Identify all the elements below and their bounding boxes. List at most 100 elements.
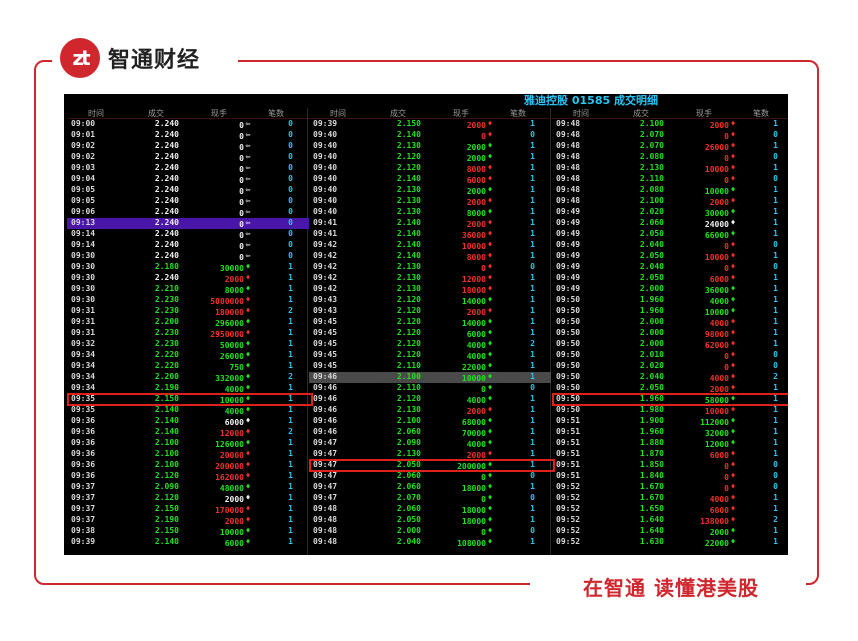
trade-row[interactable]: 09:51 1.850 0 ♦ 0: [552, 460, 788, 471]
trade-row[interactable]: 09:04 2.240 0 ⇦ 0: [67, 174, 309, 185]
trade-row[interactable]: 09:39 2.140 6000 ♦ 1: [67, 537, 309, 548]
trade-row[interactable]: 09:14 2.240 0 ⇦ 0: [67, 229, 309, 240]
trade-row[interactable]: 09:02 2.240 0 ⇦ 0: [67, 152, 309, 163]
trade-row[interactable]: 09:05 2.240 0 ⇦ 0: [67, 196, 309, 207]
trade-row[interactable]: 09:40 2.140 0 ♦ 0: [309, 130, 551, 141]
trade-row[interactable]: 09:43 2.120 2000 ♦ 1: [309, 306, 551, 317]
trade-row[interactable]: 09:13 2.240 0 ⇦ 0: [67, 218, 309, 229]
trade-row[interactable]: 09:50 2.020 0 ♦ 0: [552, 361, 788, 372]
trade-row[interactable]: 09:48 2.130 10000 ♦ 1: [552, 163, 788, 174]
trade-row[interactable]: 09:50 2.010 0 ♦ 0: [552, 350, 788, 361]
trade-row[interactable]: 09:48 2.050 18000 ♦ 1: [309, 515, 551, 526]
trade-row[interactable]: 09:36 2.140 12000 ♦ 2: [67, 427, 309, 438]
trade-row[interactable]: 09:48 2.070 26000 ♦ 1: [552, 141, 788, 152]
trade-row[interactable]: 09:40 2.140 6000 ♦ 1: [309, 174, 551, 185]
trade-row[interactable]: 09:35 2.140 4000 ♦ 1: [67, 405, 309, 416]
trade-row[interactable]: 09:46 2.100 68000 ♦ 1: [309, 416, 551, 427]
trade-row[interactable]: 09:34 2.200 332000 ♦ 2: [67, 372, 309, 383]
trade-row[interactable]: 09:40 2.130 2000 ♦ 1: [309, 196, 551, 207]
trade-row[interactable]: 09:49 2.000 36000 ♦ 1: [552, 284, 788, 295]
trade-row[interactable]: 09:34 2.220 26000 ♦ 1: [67, 350, 309, 361]
trade-row[interactable]: 09:48 2.100 2000 ♦ 1: [552, 196, 788, 207]
trade-row[interactable]: 09:48 2.110 0 ♦ 0: [552, 174, 788, 185]
trade-row[interactable]: 09:52 1.630 22000 ♦ 1: [552, 537, 788, 548]
trade-row[interactable]: 09:42 2.140 10000 ♦ 1: [309, 240, 551, 251]
trade-row[interactable]: 09:49 2.060 24000 ♦ 1: [552, 218, 788, 229]
trade-row[interactable]: 09:40 2.120 8000 ♦ 1: [309, 163, 551, 174]
trade-row[interactable]: 09:47 2.070 0 ♦ 0: [309, 493, 551, 504]
trade-row[interactable]: 09:50 2.040 4000 ♦ 2: [552, 372, 788, 383]
trade-row[interactable]: 09:49 2.040 0 ♦ 0: [552, 240, 788, 251]
trade-row[interactable]: 09:30 2.230 5000000 ♦ 1: [67, 295, 309, 306]
trade-row[interactable]: 09:38 2.150 10000 ♦ 1: [67, 526, 309, 537]
trade-row[interactable]: 09:50 2.000 98000 ♦ 1: [552, 328, 788, 339]
trade-row[interactable]: 09:52 1.640 138000 ♦ 2: [552, 515, 788, 526]
trade-row[interactable]: 09:52 1.640 2000 ♦ 1: [552, 526, 788, 537]
trade-row[interactable]: 09:50 1.980 10000 ♦ 1: [552, 405, 788, 416]
trade-row[interactable]: 09:49 2.020 30000 ♦ 1: [552, 207, 788, 218]
trade-row[interactable]: 09:47 2.060 0 ♦ 0: [309, 471, 551, 482]
trade-row[interactable]: 09:03 2.240 0 ⇦ 0: [67, 163, 309, 174]
trade-row[interactable]: 09:00 2.240 0 ⇦ 0: [67, 119, 309, 130]
trade-row[interactable]: 09:40 2.120 2000 ♦ 1: [309, 152, 551, 163]
trade-row[interactable]: 09:37 2.150 170000 ♦ 1: [67, 504, 309, 515]
trade-row[interactable]: 09:42 2.130 0 ♦ 0: [309, 262, 551, 273]
trade-row[interactable]: 09:43 2.120 14000 ♦ 1: [309, 295, 551, 306]
trade-row[interactable]: 09:46 2.100 10000 ♦ 1: [309, 372, 551, 383]
trade-row[interactable]: 09:14 2.240 0 ⇦ 0: [67, 240, 309, 251]
trade-row[interactable]: 09:52 1.650 6000 ♦ 1: [552, 504, 788, 515]
trade-row[interactable]: 09:02 2.240 0 ⇦ 0: [67, 141, 309, 152]
trade-row[interactable]: 09:37 2.120 2000 ♦ 1: [67, 493, 309, 504]
trade-row[interactable]: 09:47 2.060 18000 ♦ 1: [309, 482, 551, 493]
trade-row[interactable]: 09:45 2.110 22000 ♦ 1: [309, 361, 551, 372]
trade-row[interactable]: 09:50 1.960 58000 ♦ 1: [552, 393, 788, 406]
trade-row[interactable]: 09:30 2.180 30000 ♦ 1: [67, 262, 309, 273]
trade-row[interactable]: 09:31 2.200 296000 ♦ 1: [67, 317, 309, 328]
trade-row[interactable]: 09:46 2.130 2000 ♦ 1: [309, 405, 551, 416]
trade-row[interactable]: 09:36 2.100 20000 ♦ 1: [67, 449, 309, 460]
trade-row[interactable]: 09:30 2.240 0 ⇦ 0: [67, 251, 309, 262]
trade-row[interactable]: 09:51 1.880 12000 ♦ 1: [552, 438, 788, 449]
trade-row[interactable]: 09:46 2.120 4000 ♦ 1: [309, 394, 551, 405]
trade-row[interactable]: 09:48 2.060 18000 ♦ 1: [309, 504, 551, 515]
trade-row[interactable]: 09:49 2.050 10000 ♦ 1: [552, 251, 788, 262]
trade-row[interactable]: 09:45 2.120 14000 ♦ 1: [309, 317, 551, 328]
trade-row[interactable]: 09:40 2.130 8000 ♦ 1: [309, 207, 551, 218]
trade-row[interactable]: 09:01 2.240 0 ⇦ 0: [67, 130, 309, 141]
trade-row[interactable]: 09:50 2.000 4000 ♦ 1: [552, 317, 788, 328]
trade-row[interactable]: 09:42 2.140 8000 ♦ 1: [309, 251, 551, 262]
trade-row[interactable]: 09:31 2.230 180000 ♦ 2: [67, 306, 309, 317]
trade-row[interactable]: 09:45 2.120 4000 ♦ 1: [309, 350, 551, 361]
trade-row[interactable]: 09:36 2.100 126000 ♦ 1: [67, 438, 309, 449]
trade-row[interactable]: 09:51 1.900 112000 ♦ 1: [552, 416, 788, 427]
trade-row[interactable]: 09:51 1.840 0 ♦ 0: [552, 471, 788, 482]
trade-row[interactable]: 09:52 1.670 0 ♦ 0: [552, 482, 788, 493]
trade-row[interactable]: 09:50 2.000 62000 ♦ 1: [552, 339, 788, 350]
trade-row[interactable]: 09:46 2.060 70000 ♦ 1: [309, 427, 551, 438]
trade-row[interactable]: 09:41 2.140 2000 ♦ 1: [309, 218, 551, 229]
trade-row[interactable]: 09:36 2.120 162000 ♦ 1: [67, 471, 309, 482]
trade-row[interactable]: 09:52 1.670 4000 ♦ 1: [552, 493, 788, 504]
trade-row[interactable]: 09:49 2.040 0 ♦ 0: [552, 262, 788, 273]
trade-row[interactable]: 09:45 2.120 6000 ♦ 1: [309, 328, 551, 339]
trade-row[interactable]: 09:37 2.090 48000 ♦ 1: [67, 482, 309, 493]
trade-row[interactable]: 09:36 2.100 200000 ♦ 1: [67, 460, 309, 471]
trade-row[interactable]: 09:35 2.150 10000 ♦ 1: [67, 393, 313, 406]
trade-row[interactable]: 09:51 1.870 6000 ♦ 1: [552, 449, 788, 460]
trade-row[interactable]: 09:51 1.960 32000 ♦ 1: [552, 427, 788, 438]
trade-row[interactable]: 09:41 2.140 36000 ♦ 1: [309, 229, 551, 240]
trade-row[interactable]: 09:34 2.190 4000 ♦ 1: [67, 383, 309, 394]
trade-row[interactable]: 09:06 2.240 0 ⇦ 0: [67, 207, 309, 218]
trade-row[interactable]: 09:50 1.960 4000 ♦ 1: [552, 295, 788, 306]
trade-row[interactable]: 09:36 2.140 6000 ♦ 1: [67, 416, 309, 427]
trade-row[interactable]: 09:49 2.050 66000 ♦ 1: [552, 229, 788, 240]
trade-row[interactable]: 09:47 2.130 2000 ♦ 1: [309, 449, 551, 460]
trade-row[interactable]: 09:40 2.130 2000 ♦ 1: [309, 185, 551, 196]
trade-row[interactable]: 09:45 2.120 4000 ♦ 2: [309, 339, 551, 350]
trade-row[interactable]: 09:30 2.210 8000 ♦ 1: [67, 284, 309, 295]
trade-row[interactable]: 09:49 2.050 6000 ♦ 1: [552, 273, 788, 284]
trade-row[interactable]: 09:42 2.130 18000 ♦ 1: [309, 284, 551, 295]
trade-row[interactable]: 09:39 2.150 2000 ♦ 1: [309, 119, 551, 130]
trade-row[interactable]: 09:48 2.040 108000 ♦ 1: [309, 537, 551, 548]
trade-row[interactable]: 09:48 2.000 0 ♦ 0: [309, 526, 551, 537]
